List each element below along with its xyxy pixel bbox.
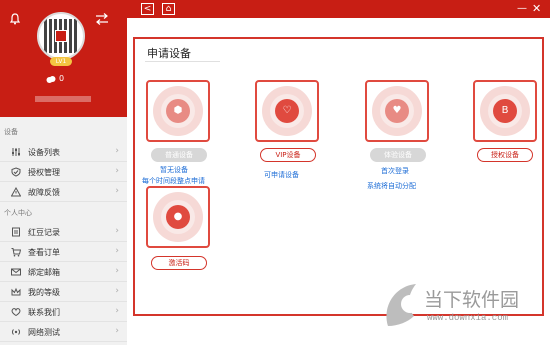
coin-count: 0 [59,74,65,83]
device-card-normal[interactable]: ⬢ [146,80,210,142]
page-title: 申请设备 [147,47,191,60]
device-card-activation[interactable]: ● [146,186,210,248]
device-status-text: 暂无设备 [160,166,188,174]
chevron-right-icon: › [115,286,119,296]
sidebar-item-label: 联系我们 [28,308,60,317]
device-card-authorized[interactable]: B [473,80,537,142]
sidebar-item-bind-email[interactable]: 绑定邮箱 › [0,262,127,282]
device-hint-text: 系统将自动分配 [367,182,416,190]
chevron-right-icon: › [115,146,119,156]
sidebar-item-feedback[interactable]: 故障反馈 › [0,182,127,202]
diamond-heart-icon: ♡ [275,99,299,123]
close-button[interactable]: ✕ [532,2,541,15]
section-label-device: 设备 [4,128,18,136]
sidebar-item-label: 红豆记录 [28,228,60,237]
hexagon-icon: ⬢ [166,99,190,123]
cart-icon [11,248,21,257]
back-button[interactable]: < [141,3,154,15]
authorized-device-button[interactable]: 授权设备 [477,148,533,162]
sliders-icon [12,148,20,156]
bell-icon[interactable] [9,13,21,25]
normal-device-button[interactable]: 普通设备 [151,148,207,162]
sidebar-item-authorization[interactable]: 授权管理 › [0,162,127,182]
sidebar-item-label: 绑定邮箱 [28,268,60,277]
heart-icon: ♥ [385,99,409,123]
minimize-button[interactable]: — [517,3,527,14]
sidebar-item-label: 我的等级 [28,288,60,297]
b-coin-icon: B [493,99,517,123]
chevron-right-icon: › [115,186,119,196]
sidebar-item-label: 网络测试 [28,328,60,337]
chevron-right-icon: › [115,266,119,276]
vip-device-button[interactable]: VIP设备 [260,148,316,162]
sidebar-item-my-level[interactable]: 我的等级 › [0,282,127,302]
chevron-right-icon: › [115,246,119,256]
chevron-right-icon: › [115,226,119,236]
chevron-right-icon: › [115,326,119,336]
shield-check-icon [11,167,21,177]
device-card-vip[interactable]: ♡ [255,80,319,142]
sidebar-item-label: 查看订单 [28,248,60,257]
device-card-trial[interactable]: ♥ [365,80,429,142]
apply-device-panel: 申请设备 ⬢ 普通设备 暂无设备 每个时间段整点申请 ♡ VIP设备 可申请设备… [133,37,544,316]
trial-device-button[interactable]: 体验设备 [370,148,426,162]
device-status-text: 首次登录 [381,167,409,175]
warning-icon [11,187,21,197]
sidebar-item-network-test[interactable]: 网络测试 › [0,322,127,342]
document-icon [12,227,20,237]
watermark-text: 当下软件园 [424,289,520,311]
heart-chat-icon [11,308,21,317]
device-hint-text: 每个时间段整点申请 [142,177,205,185]
switch-icon[interactable] [95,13,109,25]
sidebar-item-contact-us[interactable]: 联系我们 › [0,302,127,322]
signal-icon [11,329,21,335]
coin-icon [46,76,56,83]
qr-code-avatar[interactable] [37,12,85,60]
home-button[interactable]: ⌂ [162,3,175,15]
profile-header: LV1 0 [0,0,127,117]
level-badge: LV1 [50,57,72,66]
title-bar: < ⌂ [127,0,550,18]
activation-code-button[interactable]: 激活码 [151,256,207,270]
sidebar-item-label: 设备列表 [28,148,60,157]
username-blurred [35,96,91,102]
sidebar-item-orders[interactable]: 查看订单 › [0,242,127,262]
device-status-text: 可申请设备 [264,171,299,179]
section-label-personal: 个人中心 [4,209,32,217]
sidebar: LV1 0 设备 设备列表 › 授权管理 › 故障反馈 › 个人中心 红豆记录 … [0,0,127,345]
chevron-right-icon: › [115,166,119,176]
watermark-url: www.downxia.com [427,313,509,323]
chevron-right-icon: › [115,306,119,316]
sidebar-item-label: 故障反馈 [28,188,60,197]
lightbulb-icon: ● [166,205,190,229]
sidebar-item-device-list[interactable]: 设备列表 › [0,142,127,162]
sidebar-item-label: 授权管理 [28,168,60,177]
crown-icon [11,287,21,296]
mail-icon [11,268,21,276]
sidebar-item-beans-record[interactable]: 红豆记录 › [0,222,127,242]
title-divider [145,61,220,62]
